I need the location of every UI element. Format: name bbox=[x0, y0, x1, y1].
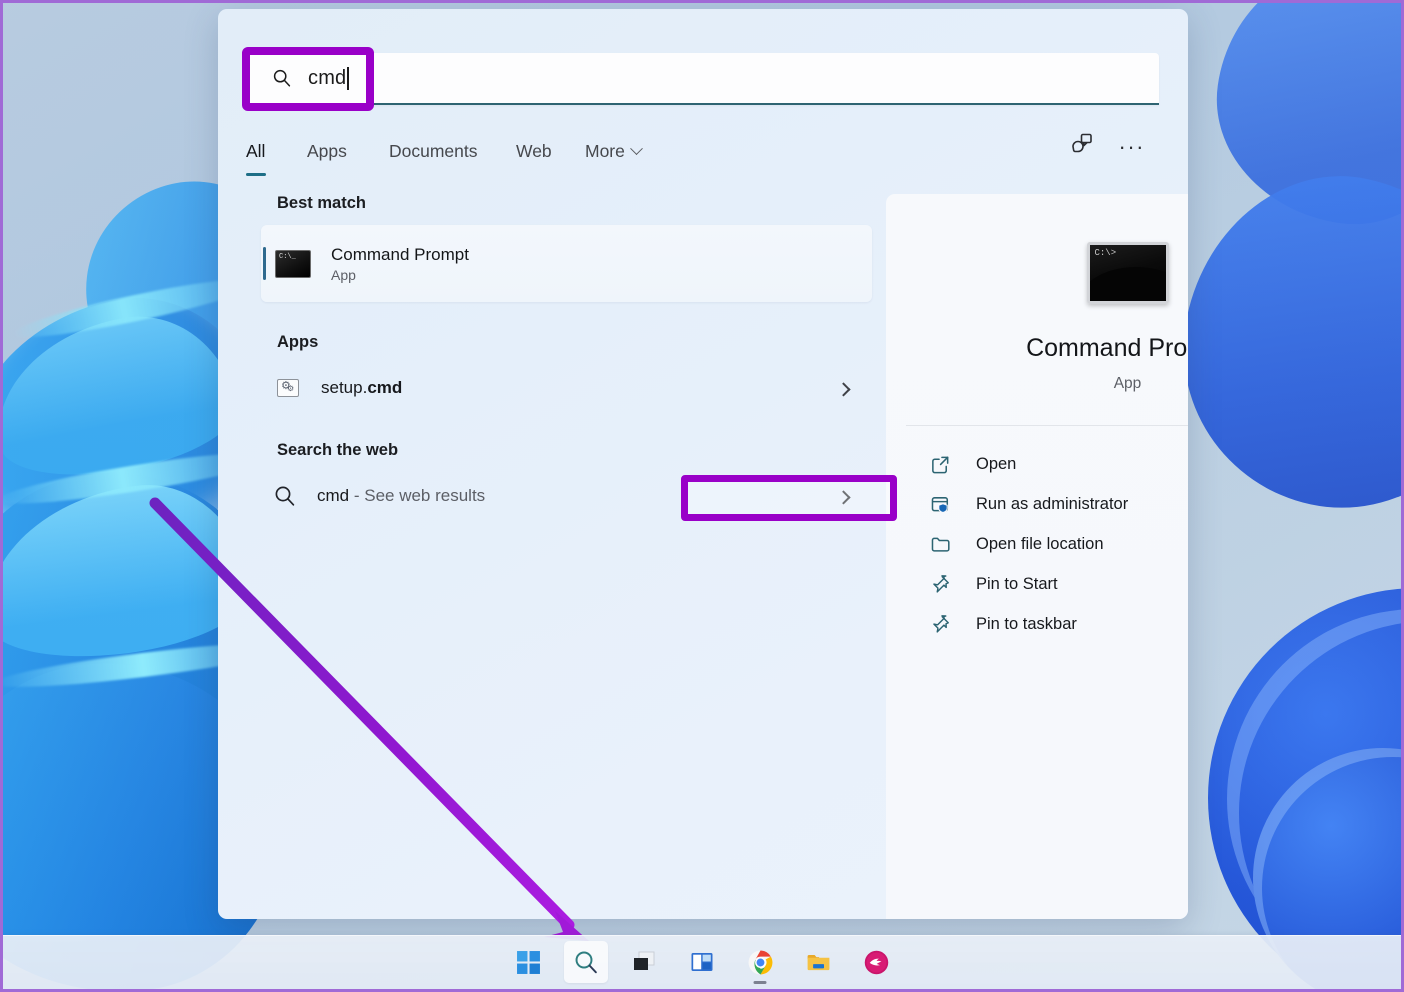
folder-icon bbox=[928, 534, 952, 555]
action-open-label: Open bbox=[976, 454, 1017, 473]
preview-actions: Open Run as administrator Open file loca… bbox=[886, 444, 1188, 644]
action-run-as-administrator[interactable]: Run as administrator bbox=[904, 484, 1188, 524]
filter-tabs: All Apps Documents Web More ··· bbox=[245, 131, 1159, 176]
search-icon bbox=[273, 484, 297, 508]
wallpaper-ribbon-right-mid bbox=[1154, 148, 1401, 538]
action-pin-to-start-label: Pin to Start bbox=[976, 574, 1058, 593]
windows-logo-icon bbox=[516, 950, 540, 974]
search-icon bbox=[575, 951, 597, 973]
text-caret bbox=[347, 66, 349, 90]
action-pin-to-start[interactable]: Pin to Start bbox=[904, 564, 1188, 604]
taskbar-icon-tray bbox=[506, 935, 898, 989]
task-view-button[interactable] bbox=[622, 941, 666, 983]
apps-heading: Apps bbox=[277, 333, 319, 351]
start-button[interactable] bbox=[506, 941, 550, 983]
task-view-icon bbox=[634, 951, 655, 970]
pin-icon bbox=[928, 574, 952, 595]
action-run-as-administrator-label: Run as administrator bbox=[976, 494, 1129, 513]
chrome-icon bbox=[748, 950, 772, 974]
chevron-right-icon[interactable] bbox=[836, 490, 851, 505]
best-match-item[interactable]: Command Prompt App bbox=[261, 225, 872, 302]
action-pin-to-taskbar-label: Pin to taskbar bbox=[976, 614, 1077, 633]
best-match-title: Command Prompt bbox=[331, 244, 469, 264]
tab-web[interactable]: Web bbox=[516, 131, 552, 171]
shield-window-icon bbox=[928, 494, 952, 515]
search-button[interactable] bbox=[564, 941, 608, 983]
tab-documents-label: Documents bbox=[389, 140, 478, 161]
tab-apps[interactable]: Apps bbox=[307, 131, 347, 171]
search-input[interactable]: cmd bbox=[246, 53, 1159, 105]
list-item[interactable]: cmd - See web results bbox=[261, 472, 872, 520]
chrome-button[interactable] bbox=[738, 941, 782, 984]
results-column: Best match Command Prompt App Apps setup… bbox=[218, 194, 886, 919]
more-options-icon[interactable]: ··· bbox=[1119, 135, 1145, 158]
tab-all[interactable]: All bbox=[245, 131, 266, 176]
divider bbox=[906, 425, 1188, 426]
tab-documents[interactable]: Documents bbox=[389, 131, 478, 171]
header-icon-group: ··· bbox=[1069, 131, 1145, 162]
app-button[interactable] bbox=[854, 941, 898, 983]
widgets-button[interactable] bbox=[680, 941, 724, 983]
action-open-file-location-label: Open file location bbox=[976, 534, 1104, 553]
best-match-subtitle: App bbox=[331, 267, 356, 284]
running-indicator bbox=[753, 981, 767, 984]
action-open-file-location[interactable]: Open file location bbox=[904, 524, 1188, 564]
screenshot-frame: cmd All Apps Documents Web More ··· Best… bbox=[0, 0, 1404, 992]
app-preview-panel: Command Prompt App Open bbox=[886, 194, 1188, 919]
search-flyout-panel: cmd All Apps Documents Web More ··· Best… bbox=[218, 9, 1188, 919]
tab-more-label: More bbox=[585, 140, 625, 161]
search-input-value: cmd bbox=[308, 66, 347, 89]
search-web-heading: Search the web bbox=[277, 441, 399, 459]
feedback-icon[interactable] bbox=[1069, 131, 1095, 162]
search-icon bbox=[272, 68, 292, 88]
chevron-right-icon[interactable] bbox=[836, 382, 851, 397]
preview-subtitle: App bbox=[1113, 375, 1142, 392]
action-open[interactable]: Open bbox=[904, 444, 1188, 484]
tab-more[interactable]: More bbox=[585, 131, 643, 171]
command-prompt-icon bbox=[1086, 242, 1169, 304]
app-item-label: setup.cmd bbox=[321, 378, 403, 397]
best-match-heading: Best match bbox=[277, 194, 366, 212]
file-explorer-button[interactable] bbox=[796, 941, 840, 983]
pin-icon bbox=[928, 614, 952, 635]
tab-web-label: Web bbox=[516, 140, 552, 161]
open-external-icon bbox=[928, 454, 952, 475]
action-pin-to-taskbar[interactable]: Pin to taskbar bbox=[904, 604, 1188, 644]
folder-icon bbox=[807, 954, 829, 970]
web-item-label: cmd - See web results bbox=[317, 486, 486, 505]
preview-title: Command Prompt bbox=[1026, 334, 1188, 362]
tab-active-indicator bbox=[245, 173, 266, 176]
taskbar bbox=[3, 935, 1401, 989]
list-item[interactable]: setup.cmd bbox=[261, 364, 872, 412]
tab-apps-label: Apps bbox=[307, 140, 347, 161]
chevron-down-icon bbox=[630, 141, 643, 155]
command-prompt-icon bbox=[275, 249, 311, 278]
selection-indicator bbox=[263, 247, 266, 280]
tab-all-label: All bbox=[246, 140, 266, 161]
cmd-script-file-icon bbox=[277, 379, 299, 397]
widgets-icon bbox=[691, 953, 713, 971]
bird-app-icon bbox=[864, 950, 888, 974]
